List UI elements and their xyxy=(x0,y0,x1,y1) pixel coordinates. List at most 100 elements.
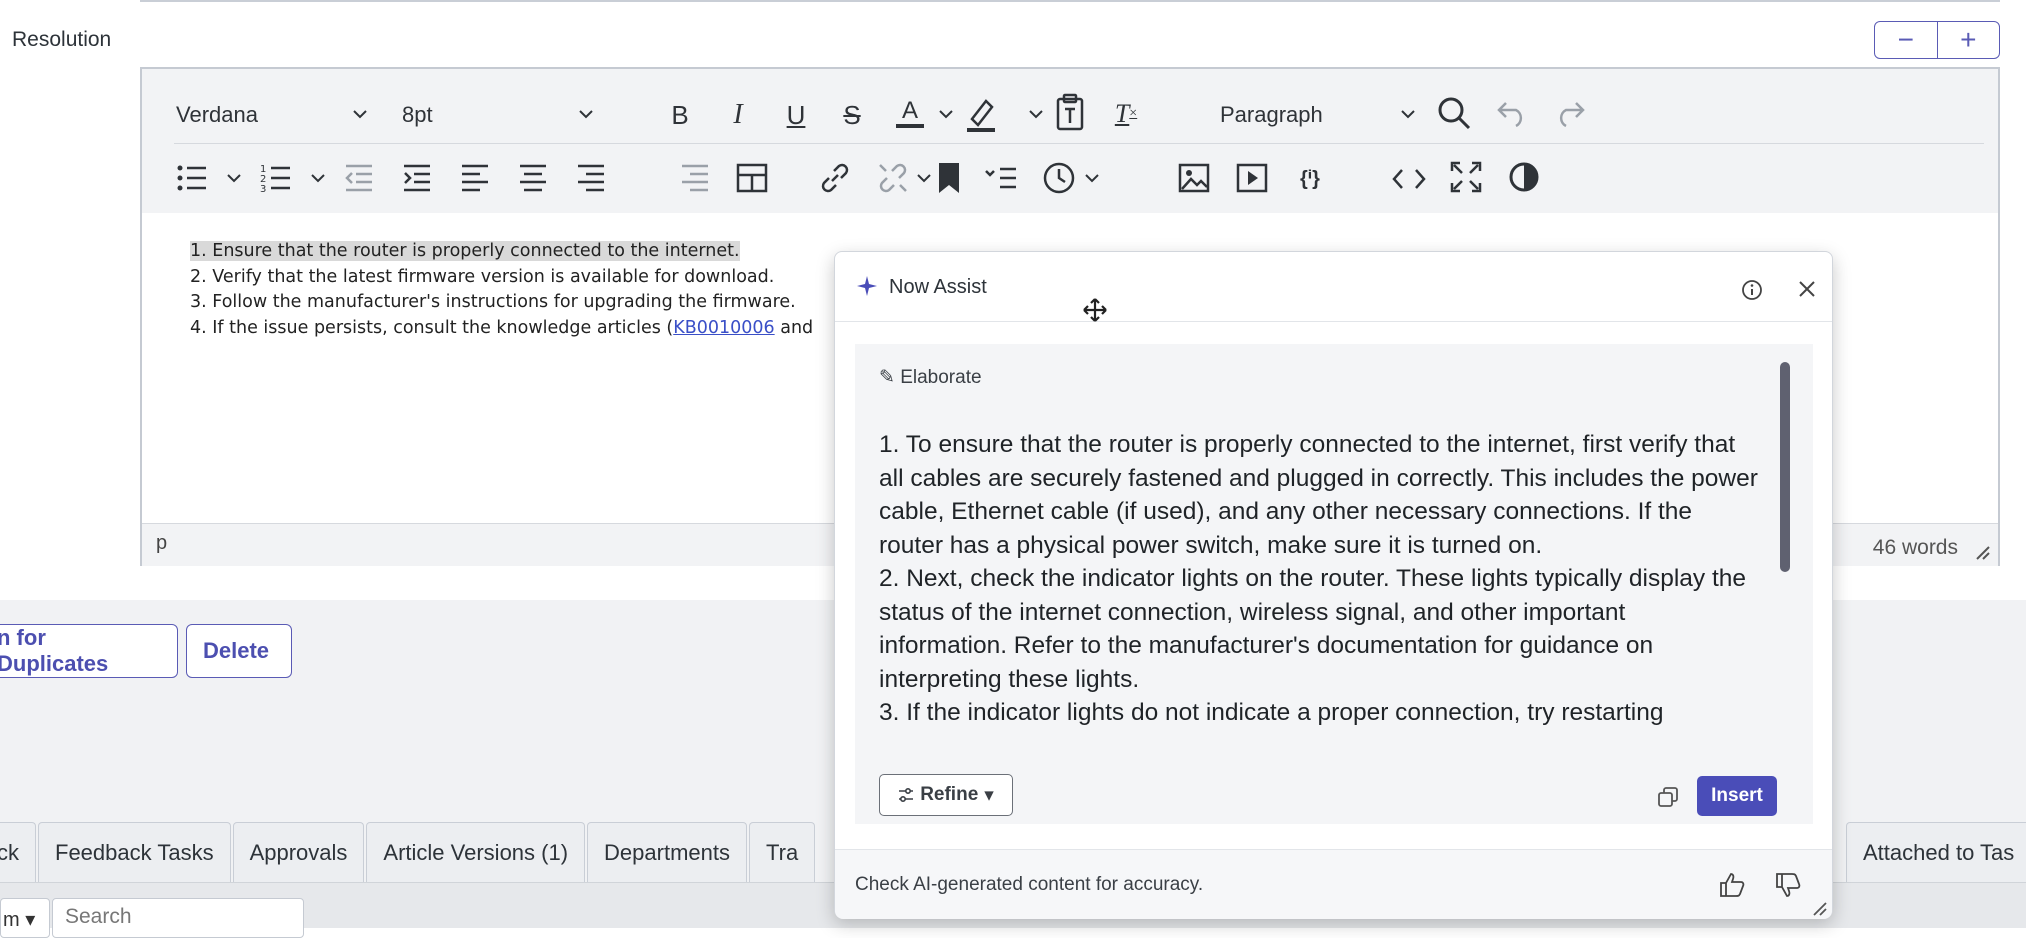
font-family-value: Verdana xyxy=(176,102,258,127)
expand-button[interactable]: + xyxy=(1936,22,2000,58)
table-icon[interactable] xyxy=(736,163,768,193)
scrollbar-thumb[interactable] xyxy=(1780,362,1790,572)
list-item: 2. Verify that the latest firmware versi… xyxy=(190,266,775,287)
tab-partial-left[interactable]: ck xyxy=(0,822,36,882)
align-right-icon[interactable] xyxy=(576,163,606,193)
chevron-down-icon[interactable] xyxy=(1084,173,1100,183)
chevron-down-icon xyxy=(1401,110,1415,119)
resize-handle-icon[interactable] xyxy=(1811,900,1827,916)
mode-icon: ✎ xyxy=(879,367,895,388)
template-icon[interactable]: {ⁱ} xyxy=(1290,161,1330,195)
unlink-icon[interactable] xyxy=(876,161,910,195)
numbered-list-icon[interactable]: 123 xyxy=(260,161,292,193)
bullet-list-icon[interactable] xyxy=(176,163,208,193)
nonbreaking-space-icon[interactable] xyxy=(984,165,1018,191)
bold-icon[interactable]: B xyxy=(662,97,698,133)
chevron-down-icon xyxy=(353,110,367,119)
collapse-button[interactable]: − xyxy=(1875,22,1937,58)
fullscreen-icon[interactable] xyxy=(1450,161,1482,193)
sparkle-icon xyxy=(857,276,877,296)
italic-icon[interactable]: I xyxy=(720,97,756,133)
align-left-icon[interactable] xyxy=(460,163,490,193)
tab-approvals[interactable]: Approvals xyxy=(232,822,365,882)
chevron-down-icon xyxy=(579,110,593,119)
contrast-icon[interactable] xyxy=(1508,161,1540,193)
insert-button[interactable]: Insert xyxy=(1697,776,1777,816)
clear-format-icon[interactable]: T × xyxy=(1106,95,1146,133)
duplicates-label: n for Duplicates xyxy=(0,625,109,676)
font-family-select[interactable]: Verdana xyxy=(176,97,376,133)
search-icon[interactable] xyxy=(1436,95,1472,131)
list-search-input[interactable]: Search xyxy=(52,898,304,938)
font-size-value: 8pt xyxy=(402,102,433,127)
thumbs-up-icon[interactable] xyxy=(1719,872,1745,898)
tab-departments[interactable]: Departments xyxy=(587,822,747,882)
bookmark-icon[interactable] xyxy=(936,161,962,195)
chevron-down-icon[interactable] xyxy=(938,109,954,119)
info-icon[interactable] xyxy=(1741,279,1763,301)
chevron-down-icon[interactable] xyxy=(226,173,242,183)
list-item-suffix: and xyxy=(774,317,814,338)
image-icon[interactable] xyxy=(1178,163,1210,193)
delete-label: Delete xyxy=(203,638,270,663)
mode-label: ✎ Elaborate xyxy=(879,366,982,389)
resize-handle-icon[interactable] xyxy=(1974,544,1990,560)
block-format-select[interactable]: Paragraph xyxy=(1220,97,1420,133)
highlight-icon[interactable] xyxy=(964,95,998,133)
related-list-tabs: ck Feedback Tasks Approvals Article Vers… xyxy=(0,822,817,882)
copy-icon[interactable] xyxy=(1657,786,1679,808)
move-icon[interactable] xyxy=(1083,298,1107,322)
response-card: ✎ Elaborate 1. To ensure that the router… xyxy=(865,344,1803,824)
tab-article-versions[interactable]: Article Versions (1) xyxy=(366,822,586,882)
tab-feedback-tasks[interactable]: Feedback Tasks xyxy=(38,822,231,882)
search-for-duplicates-button[interactable]: n for Duplicates xyxy=(0,624,178,678)
tab-partial-hidden[interactable]: Tra xyxy=(749,822,816,882)
insert-time-icon[interactable] xyxy=(1042,161,1076,195)
underline-icon[interactable]: U xyxy=(778,97,814,133)
list-item: 4. If the issue persists, consult the kn… xyxy=(190,316,813,342)
generated-paragraph: 1. To ensure that the router is properly… xyxy=(879,431,1758,559)
undo-icon[interactable] xyxy=(1496,99,1528,127)
list-item-text: 4. If the issue persists, consult the kn… xyxy=(190,317,674,338)
tab-attached-to-tasks[interactable]: Attached to Tas xyxy=(1846,822,2026,882)
panel-title: Now Assist xyxy=(889,276,987,298)
chevron-down-icon[interactable] xyxy=(310,173,326,183)
kb-article-link[interactable]: KB0010006 xyxy=(673,318,774,338)
code-icon[interactable] xyxy=(1392,167,1426,191)
delete-button[interactable]: Delete xyxy=(186,624,292,678)
thumbs-down-icon[interactable] xyxy=(1775,872,1801,898)
generated-paragraph: 2. Next, check the indicator lights on t… xyxy=(879,565,1747,693)
paste-text-icon[interactable] xyxy=(1054,93,1086,131)
word-count: 46 words xyxy=(1872,536,1958,559)
video-icon[interactable] xyxy=(1236,163,1268,193)
justify-icon[interactable] xyxy=(680,163,710,193)
svg-text:3: 3 xyxy=(260,184,266,193)
chevron-down-icon[interactable] xyxy=(916,173,932,183)
generated-text: 1. To ensure that the router is properly… xyxy=(879,428,1759,750)
link-icon[interactable] xyxy=(818,161,852,195)
indent-icon[interactable] xyxy=(402,163,432,193)
top-divider xyxy=(140,0,2000,2)
close-icon[interactable] xyxy=(1797,279,1817,299)
list-item: 3. Follow the manufacturer's instruction… xyxy=(190,292,796,312)
sliders-icon xyxy=(899,788,914,802)
outdent-icon[interactable] xyxy=(344,163,374,193)
refine-label: Refine xyxy=(920,784,979,805)
element-path[interactable]: p xyxy=(156,532,167,555)
panel-footer: Check AI-generated content for accuracy. xyxy=(835,849,1832,919)
refine-button[interactable]: Refine ▾ xyxy=(879,774,1013,816)
generated-paragraph: 3. If the indicator lights do not indica… xyxy=(879,699,1664,726)
list-filter-select[interactable]: m ▾ xyxy=(0,898,50,938)
panel-header[interactable]: Now Assist xyxy=(835,252,1832,322)
strikethrough-icon[interactable]: S xyxy=(834,97,870,133)
text-color-icon[interactable]: A xyxy=(892,93,928,133)
disclaimer-text: Check AI-generated content for accuracy. xyxy=(855,874,1204,895)
zoom-control: − + xyxy=(1874,21,2000,59)
editor-content[interactable]: 1. Ensure that the router is properly co… xyxy=(190,239,813,341)
font-size-select[interactable]: 8pt xyxy=(402,97,602,133)
chevron-down-icon[interactable] xyxy=(1028,109,1044,119)
redo-icon[interactable] xyxy=(1554,99,1586,127)
panel-body: ✎ Elaborate 1. To ensure that the router… xyxy=(855,344,1813,824)
selected-text: 1. Ensure that the router is properly co… xyxy=(190,241,740,261)
align-center-icon[interactable] xyxy=(518,163,548,193)
